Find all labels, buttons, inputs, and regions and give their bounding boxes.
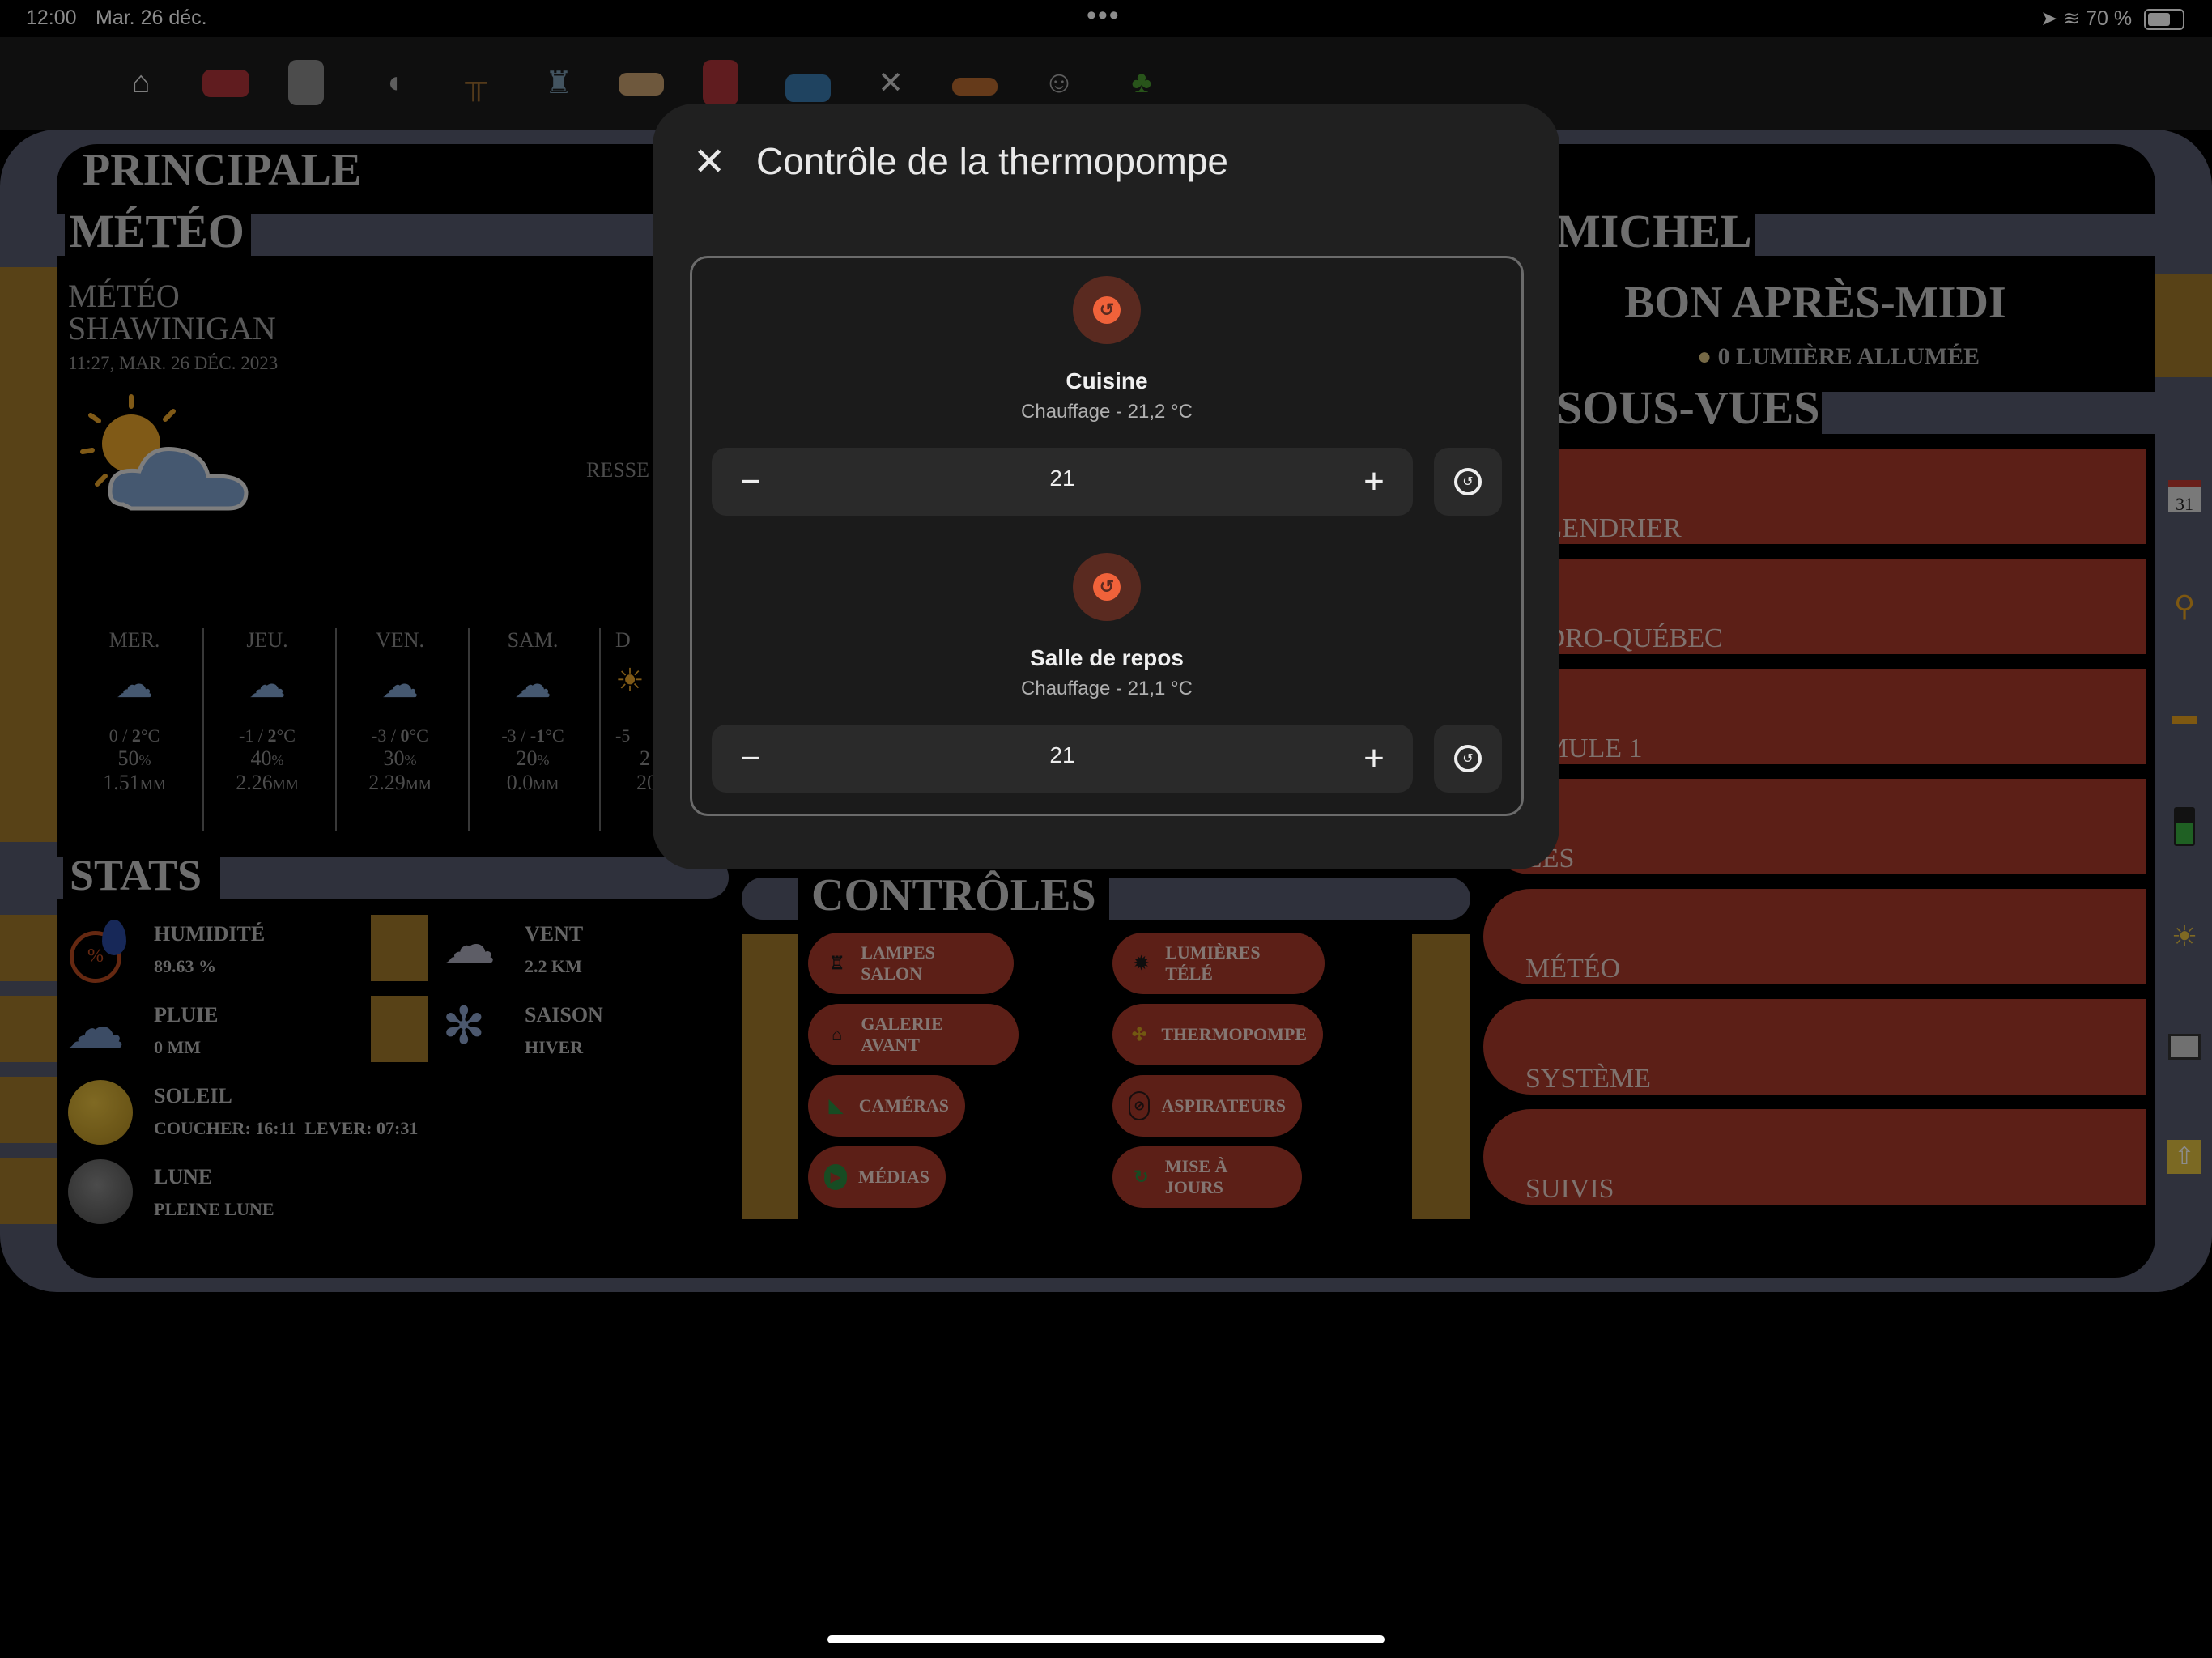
hvac-mode-button[interactable]: ↺ <box>1434 448 1502 516</box>
close-icon[interactable]: ✕ <box>693 139 725 185</box>
zone-name: Salle de repos <box>1030 645 1184 670</box>
setpoint-value: 21 <box>1049 742 1075 767</box>
home-indicator[interactable] <box>827 1635 1385 1643</box>
zone-state: Chauffage - 21,2 °C <box>1021 401 1193 423</box>
dialog-title: Contrôle de la thermopompe <box>756 140 1228 182</box>
setpoint-stepper: − 21 + <box>712 448 1413 516</box>
setpoint-stepper: − 21 + <box>712 725 1413 793</box>
increase-button[interactable]: + <box>1351 736 1397 781</box>
setpoint-value: 21 <box>1049 466 1075 491</box>
heat-mode-icon[interactable]: ↺ <box>1073 553 1141 621</box>
zone-state: Chauffage - 21,1 °C <box>1021 678 1193 699</box>
thermostat-card: ↺ Cuisine Chauffage - 21,2 °C − 21 + ↺ ↺… <box>690 256 1524 816</box>
mode-icon: ↺ <box>1454 745 1482 772</box>
hvac-mode-button[interactable]: ↺ <box>1434 725 1502 793</box>
increase-button[interactable]: + <box>1351 459 1397 504</box>
heat-mode-icon[interactable]: ↺ <box>1073 276 1141 344</box>
zone-name: Cuisine <box>1066 368 1148 393</box>
thermopompe-dialog: ✕ Contrôle de la thermopompe ↺ Cuisine C… <box>653 104 1559 869</box>
mode-icon: ↺ <box>1454 468 1482 495</box>
